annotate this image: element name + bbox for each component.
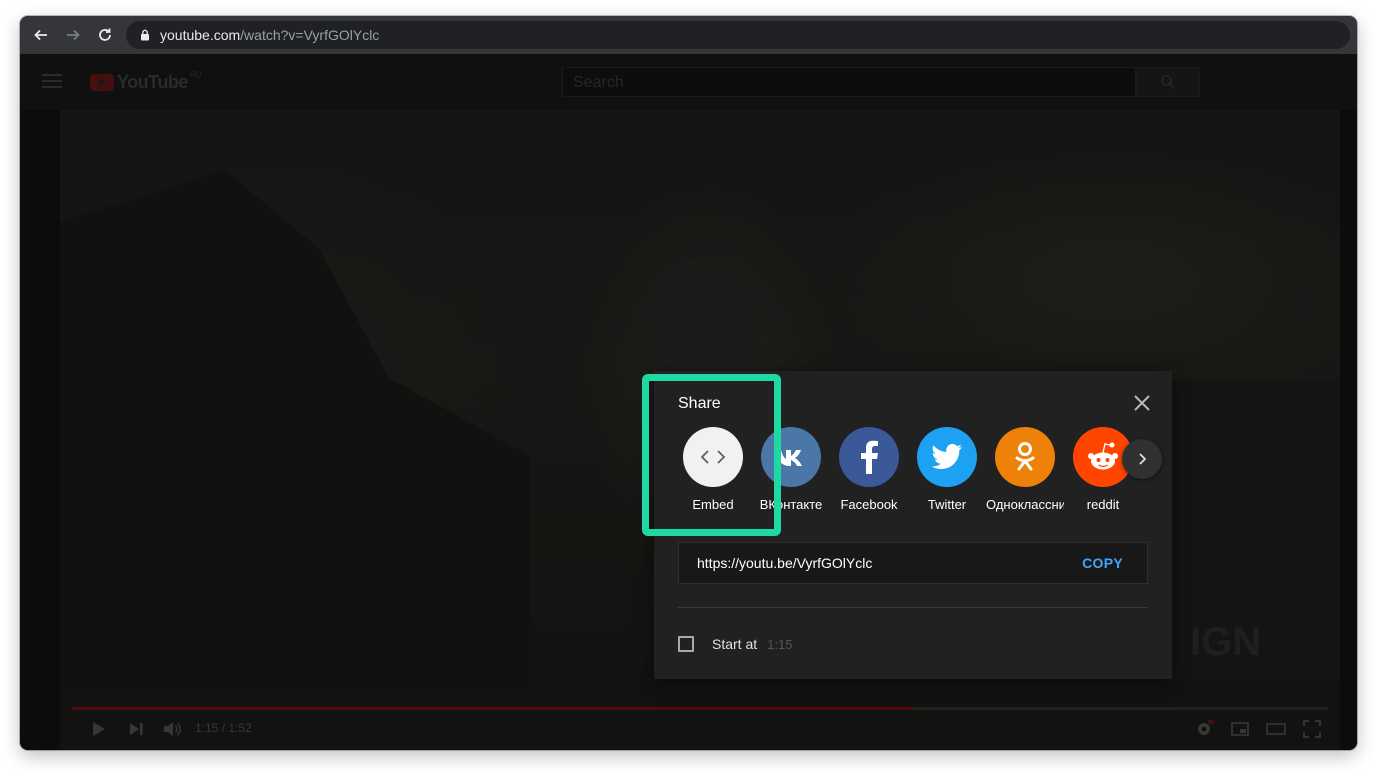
share-target-circle	[917, 427, 977, 487]
chevron-right-icon	[1139, 453, 1147, 465]
start-at-label: Start at	[712, 636, 758, 652]
start-at-time-input[interactable]: 1:15	[767, 637, 792, 652]
url-path: /watch?v=VyrfGOlYclc	[240, 27, 380, 43]
reddit-icon	[1088, 442, 1118, 470]
share-target-odnoklassniki[interactable]: Одноклассники	[986, 427, 1064, 512]
reload-button[interactable]	[90, 20, 120, 50]
arrow-right-icon	[67, 29, 80, 41]
share-target-facebook[interactable]: Facebook	[830, 427, 908, 512]
lock-icon	[141, 29, 149, 41]
embed-highlight-box	[642, 374, 781, 536]
url-host: youtube.com	[160, 27, 241, 43]
close-icon	[1134, 395, 1150, 411]
facebook-icon	[861, 440, 878, 474]
close-button[interactable]	[1128, 389, 1156, 417]
share-link-field[interactable]: https://youtu.be/VyrfGOlYclc COPY	[678, 542, 1148, 584]
share-next-button[interactable]	[1122, 439, 1162, 479]
reload-icon	[99, 28, 111, 41]
share-target-circle	[839, 427, 899, 487]
share-link[interactable]: https://youtu.be/VyrfGOlYclc	[697, 555, 872, 571]
share-target-label: Twitter	[927, 497, 967, 512]
odnoklassniki-icon	[1015, 442, 1035, 471]
start-at-row: Start at 1:15	[678, 633, 792, 655]
share-target-label: Facebook	[840, 497, 898, 512]
share-target-twitter[interactable]: Twitter	[908, 427, 986, 512]
browser-window: youtube.com/watch?v=VyrfGOlYclc YouTube …	[20, 16, 1357, 750]
start-at-checkbox[interactable]	[678, 636, 694, 652]
divider	[678, 607, 1148, 608]
arrow-left-icon	[34, 29, 47, 41]
share-target-label: reddit	[1086, 497, 1120, 512]
back-button[interactable]	[26, 20, 56, 50]
copy-button[interactable]: COPY	[1082, 555, 1123, 571]
browser-toolbar: youtube.com/watch?v=VyrfGOlYclc	[20, 16, 1357, 54]
share-target-label: Одноклассники	[986, 497, 1064, 512]
address-bar[interactable]: youtube.com/watch?v=VyrfGOlYclc	[126, 21, 1350, 49]
forward-button[interactable]	[58, 20, 88, 50]
share-target-circle	[995, 427, 1055, 487]
twitter-icon	[931, 444, 962, 470]
